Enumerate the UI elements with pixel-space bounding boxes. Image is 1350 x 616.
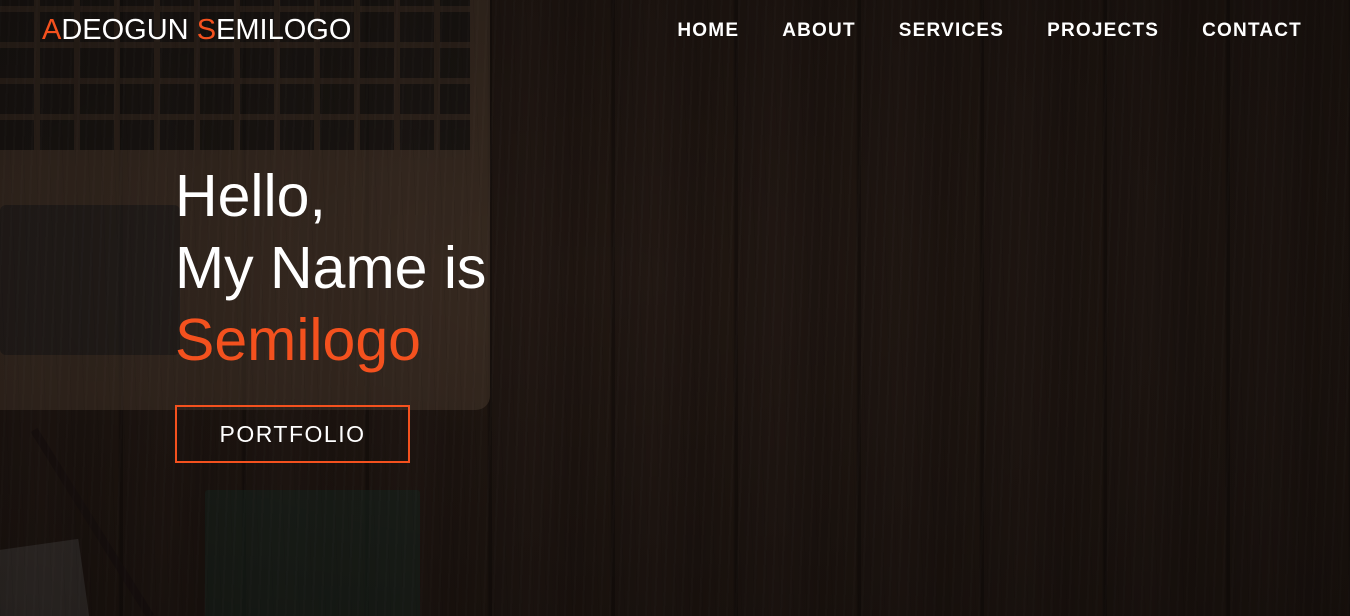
- logo-initial-last: S: [196, 14, 217, 46]
- portfolio-button[interactable]: PORTFOLIO: [175, 405, 410, 463]
- hero-intro: Hello, My Name is Semilogo: [175, 160, 486, 376]
- nav-link-services[interactable]: SERVICES: [899, 20, 1004, 42]
- laptop-trackpad: [0, 205, 180, 355]
- paper-background-image: [0, 538, 91, 616]
- site-header: ADEOGUN SEMILOGO HOME ABOUT SERVICES PRO…: [0, 0, 1350, 64]
- main-nav: HOME ABOUT SERVICES PROJECTS CONTACT: [677, 20, 1302, 42]
- notebook-background-image: [205, 490, 420, 616]
- nav-link-about[interactable]: ABOUT: [782, 20, 856, 42]
- logo-initial-first: A: [42, 14, 62, 46]
- nav-link-contact[interactable]: CONTACT: [1202, 20, 1302, 42]
- logo-text-last: EMILOGO: [216, 14, 352, 46]
- hero-section: ADEOGUN SEMILOGO HOME ABOUT SERVICES PRO…: [0, 0, 1350, 616]
- logo-text-first: DEOGUN: [61, 14, 197, 46]
- hero-greeting: Hello,: [175, 163, 326, 229]
- hero-intro-text: My Name is: [175, 235, 487, 301]
- nav-link-projects[interactable]: PROJECTS: [1047, 20, 1159, 42]
- hero-name: Semilogo: [175, 307, 421, 373]
- site-logo[interactable]: ADEOGUN SEMILOGO: [42, 14, 351, 47]
- nav-link-home[interactable]: HOME: [677, 20, 739, 42]
